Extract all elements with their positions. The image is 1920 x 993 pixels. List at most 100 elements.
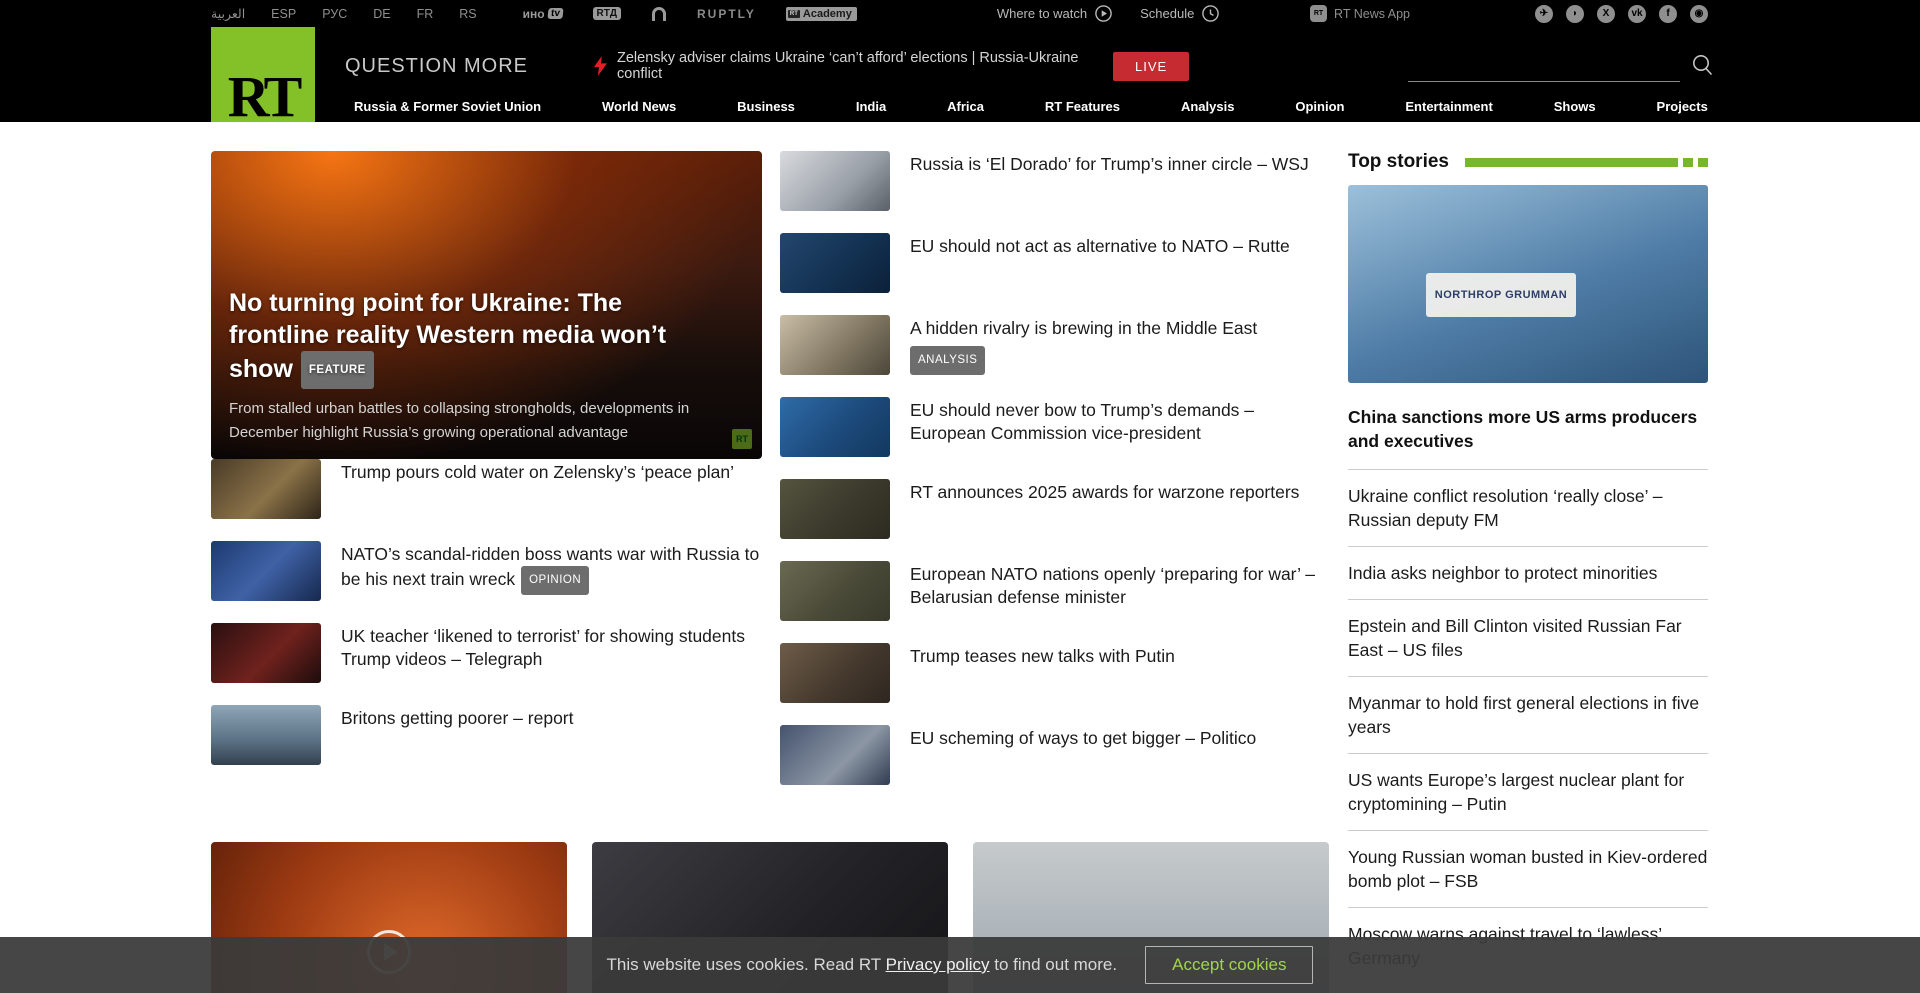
- list-item[interactable]: EU should not act as alternative to NATO…: [780, 233, 1330, 293]
- article-thumbnail[interactable]: [780, 151, 890, 211]
- top-story-item[interactable]: Myanmar to hold first general elections …: [1348, 676, 1708, 753]
- rt-news-app-link[interactable]: RT RT News App: [1310, 5, 1410, 22]
- article-thumbnail[interactable]: [211, 623, 321, 683]
- nav-projects[interactable]: Projects: [1657, 99, 1708, 114]
- article-title[interactable]: Britons getting poorer – report: [341, 705, 574, 765]
- rt-app-icon: RT: [1310, 5, 1327, 22]
- inotv-logo[interactable]: ино tv: [523, 7, 563, 21]
- rtd-logo[interactable]: RTД: [593, 7, 621, 20]
- nav-analysis[interactable]: Analysis: [1181, 99, 1234, 114]
- nav-entertainment[interactable]: Entertainment: [1405, 99, 1492, 114]
- article-title[interactable]: Trump pours cold water on Zelensky’s ‘pe…: [341, 459, 734, 519]
- list-item[interactable]: UK teacher ‘likened to terrorist’ for sh…: [211, 623, 762, 683]
- brand-links: ино tv RTД RUPTLY RT Academy: [523, 6, 857, 21]
- slogan: QUESTION MORE: [345, 55, 528, 78]
- article-thumbnail[interactable]: [780, 397, 890, 457]
- top-story-item[interactable]: India asks neighbor to protect minoritie…: [1348, 546, 1708, 599]
- lang-esp[interactable]: ESP: [271, 7, 296, 21]
- nav-india[interactable]: India: [856, 99, 886, 114]
- article-thumbnail[interactable]: [780, 315, 890, 375]
- search-icon[interactable]: [1690, 53, 1714, 79]
- list-item[interactable]: RT announces 2025 awards for warzone rep…: [780, 479, 1330, 539]
- article-thumbnail[interactable]: [780, 233, 890, 293]
- article-thumbnail[interactable]: [780, 561, 890, 621]
- article-thumbnail[interactable]: [780, 725, 890, 785]
- article-title[interactable]: EU should not act as alternative to NATO…: [910, 233, 1290, 293]
- nav-business[interactable]: Business: [737, 99, 795, 114]
- clock-icon: [1202, 5, 1219, 22]
- academy-label: Academy: [803, 8, 852, 20]
- list-item[interactable]: EU scheming of ways to get bigger – Poli…: [780, 725, 1330, 785]
- article-title[interactable]: European NATO nations openly ‘preparing …: [910, 561, 1330, 621]
- top-story-lead-title[interactable]: China sanctions more US arms producers a…: [1348, 405, 1708, 453]
- nav-russia-fsu[interactable]: Russia & Former Soviet Union: [354, 99, 541, 114]
- analysis-badge: ANALYSIS: [910, 346, 985, 375]
- rss-icon[interactable]: ◗: [1566, 5, 1584, 23]
- nav-shows[interactable]: Shows: [1554, 99, 1596, 114]
- accept-cookies-button[interactable]: Accept cookies: [1145, 946, 1313, 984]
- list-item[interactable]: A hidden rivalry is brewing in the Middl…: [780, 315, 1330, 375]
- language-switcher: العربية ESP РУС DE FR RS: [211, 6, 477, 21]
- cookie-text-before: This website uses cookies. Read RT: [607, 955, 886, 974]
- list-item[interactable]: Trump pours cold water on Zelensky’s ‘pe…: [211, 459, 762, 519]
- article-title[interactable]: EU scheming of ways to get bigger – Poli…: [910, 725, 1256, 785]
- news-column: Russia is ‘El Dorado’ for Trump’s inner …: [780, 151, 1330, 807]
- list-item[interactable]: Britons getting poorer – report: [211, 705, 762, 765]
- article-title[interactable]: EU should never bow to Trump’s demands –…: [910, 397, 1330, 457]
- lang-rs[interactable]: RS: [459, 7, 476, 21]
- list-item[interactable]: Russia is ‘El Dorado’ for Trump’s inner …: [780, 151, 1330, 211]
- main-nav: Russia & Former Soviet Union World News …: [354, 99, 1708, 114]
- nav-africa[interactable]: Africa: [947, 99, 984, 114]
- list-item[interactable]: Trump teases new talks with Putin: [780, 643, 1330, 703]
- cookie-banner: This website uses cookies. Read RT Priva…: [0, 937, 1920, 993]
- telegram-icon[interactable]: ✈: [1535, 5, 1553, 23]
- article-thumbnail[interactable]: [211, 459, 321, 519]
- article-title[interactable]: UK teacher ‘likened to terrorist’ for sh…: [341, 623, 762, 683]
- search-box: [1408, 57, 1680, 82]
- ruptly-app-icon[interactable]: [651, 6, 667, 21]
- article-title[interactable]: A hidden rivalry is brewing in the Middl…: [910, 315, 1257, 375]
- top-story-item[interactable]: Epstein and Bill Clinton visited Russian…: [1348, 599, 1708, 676]
- list-item[interactable]: EU should never bow to Trump’s demands –…: [780, 397, 1330, 457]
- lang-rus[interactable]: РУС: [322, 7, 347, 21]
- lang-de[interactable]: DE: [373, 7, 390, 21]
- rumble-icon[interactable]: f: [1659, 5, 1677, 23]
- odysee-icon[interactable]: ◉: [1690, 5, 1708, 23]
- rt-academy-badge[interactable]: RT Academy: [786, 7, 857, 21]
- rt-logo[interactable]: RT: [211, 27, 315, 122]
- article-title[interactable]: RT announces 2025 awards for warzone rep…: [910, 479, 1299, 539]
- article-thumbnail[interactable]: [780, 479, 890, 539]
- privacy-policy-link[interactable]: Privacy policy: [886, 955, 990, 974]
- lightning-icon: [594, 55, 607, 77]
- top-story-item[interactable]: Ukraine conflict resolution ‘really clos…: [1348, 469, 1708, 546]
- where-to-watch-link[interactable]: Where to watch: [997, 5, 1112, 22]
- inotv-tv-icon: tv: [547, 8, 563, 19]
- breaking-headline[interactable]: Zelensky adviser claims Ukraine ‘can’t a…: [617, 50, 1087, 82]
- article-thumbnail[interactable]: [780, 643, 890, 703]
- nav-rt-features[interactable]: RT Features: [1045, 99, 1120, 114]
- x-icon[interactable]: X: [1597, 5, 1615, 23]
- rt-watermark-icon: RT: [732, 429, 752, 449]
- search-input[interactable]: [1408, 57, 1680, 82]
- hero-article[interactable]: No turning point for Ukraine: The frontl…: [211, 151, 762, 459]
- top-story-item[interactable]: US wants Europe’s largest nuclear plant …: [1348, 753, 1708, 830]
- article-title[interactable]: Russia is ‘El Dorado’ for Trump’s inner …: [910, 151, 1309, 211]
- top-story-item[interactable]: Young Russian woman busted in Kiev-order…: [1348, 830, 1708, 907]
- vk-icon[interactable]: vk: [1628, 5, 1646, 23]
- article-thumbnail[interactable]: [211, 541, 321, 601]
- list-item[interactable]: NATO’s scandal-ridden boss wants war wit…: [211, 541, 762, 601]
- lang-fr[interactable]: FR: [417, 7, 434, 21]
- nav-opinion[interactable]: Opinion: [1295, 99, 1344, 114]
- article-thumbnail[interactable]: [211, 705, 321, 765]
- ruptly-logo[interactable]: RUPTLY: [697, 7, 756, 21]
- schedule-link[interactable]: Schedule: [1140, 5, 1219, 22]
- live-button[interactable]: LIVE: [1113, 52, 1189, 81]
- social-icons: ✈ ◗ X vk f ◉: [1535, 5, 1708, 23]
- article-title[interactable]: Trump teases new talks with Putin: [910, 643, 1175, 703]
- lang-ar[interactable]: العربية: [211, 6, 245, 21]
- nav-world-news[interactable]: World News: [602, 99, 676, 114]
- cookie-message: This website uses cookies. Read RT Priva…: [607, 955, 1118, 975]
- list-item[interactable]: European NATO nations openly ‘preparing …: [780, 561, 1330, 621]
- top-story-image[interactable]: NORTHROP GRUMMAN: [1348, 185, 1708, 383]
- article-title[interactable]: NATO’s scandal-ridden boss wants war wit…: [341, 541, 762, 601]
